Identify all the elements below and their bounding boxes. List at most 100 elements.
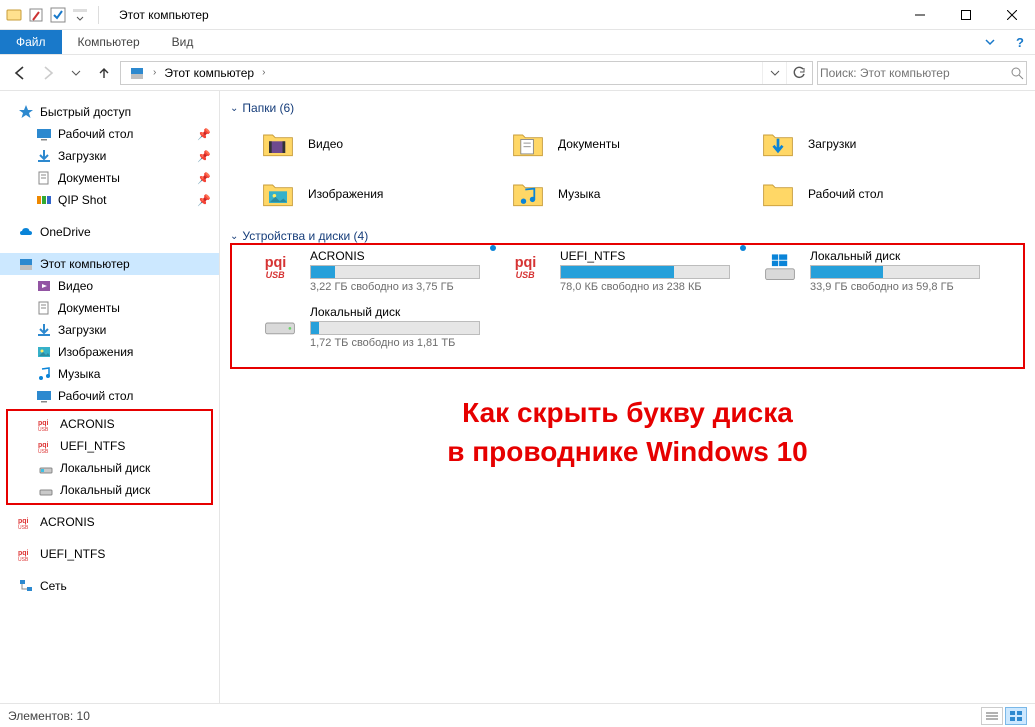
breadcrumb-this-pc[interactable]: Этот компьютер [158, 64, 260, 82]
sidebar-documents2[interactable]: Документы [0, 297, 219, 319]
drive-free-space: 1,72 ТБ свободно из 1,81 ТБ [310, 337, 490, 349]
sidebar-desktop2[interactable]: Рабочий стол [0, 385, 219, 407]
sidebar-acronis2[interactable]: pqiUSB ACRONIS [0, 511, 219, 533]
view-details-button[interactable] [981, 707, 1003, 725]
address-root-icon[interactable] [123, 63, 151, 83]
view-tiles-button[interactable] [1005, 707, 1027, 725]
svg-text:USB: USB [266, 270, 286, 280]
search-box[interactable] [817, 61, 1027, 85]
folder-label: Изображения [308, 187, 383, 201]
sidebar-music[interactable]: Музыка [0, 363, 219, 385]
hdd-icon [262, 305, 298, 341]
address-dropdown-button[interactable] [762, 62, 786, 84]
sidebar-item-label: Быстрый доступ [40, 105, 131, 119]
sidebar-drive-local2[interactable]: Локальный диск [8, 479, 211, 501]
back-button[interactable] [8, 61, 32, 85]
folder-pictures[interactable]: Изображения [260, 171, 510, 217]
app-icon [6, 7, 22, 23]
view-tab[interactable]: Вид [156, 30, 210, 54]
sidebar-item-label: Сеть [40, 579, 67, 593]
breadcrumb-chevron-icon[interactable]: › [262, 67, 265, 78]
drive-uefi[interactable]: pqiUSB UEFI_NTFS 78,0 КБ свободно из 238… [512, 249, 762, 301]
ribbon-help-button[interactable]: ? [1005, 30, 1035, 54]
computer-tab[interactable]: Компьютер [62, 30, 156, 54]
sidebar-item-label: UEFI_NTFS [40, 547, 105, 561]
sidebar-item-label: Документы [58, 301, 120, 315]
sidebar-desktop[interactable]: Рабочий стол 📌 [0, 123, 219, 145]
sidebar-quick-access[interactable]: Быстрый доступ [0, 101, 219, 123]
svg-text:pqi: pqi [18, 550, 29, 557]
onedrive-icon [18, 224, 34, 240]
sidebar-downloads2[interactable]: Загрузки [0, 319, 219, 341]
folder-music[interactable]: Музыка [510, 171, 760, 217]
group-folders-header[interactable]: ⌄ Папки (6) [230, 97, 1025, 119]
drive-local-windows[interactable]: Локальный диск 33,9 ГБ свободно из 59,8 … [762, 249, 1012, 301]
sidebar-network[interactable]: Сеть [0, 575, 219, 597]
usb-drive-icon: pqiUSB [38, 438, 54, 454]
address-bar[interactable]: › Этот компьютер › [120, 61, 813, 85]
breadcrumb-chevron-icon[interactable]: › [153, 67, 156, 78]
minimize-button[interactable] [897, 0, 943, 30]
downloads-icon [36, 322, 52, 338]
hdd-icon [38, 482, 54, 498]
drive-usage-bar [810, 265, 980, 279]
bitlocker-indicator-icon [740, 245, 746, 251]
bitlocker-indicator-icon [490, 245, 496, 251]
sidebar-drive-uefi[interactable]: pqiUSB UEFI_NTFS [8, 435, 211, 457]
sidebar-videos[interactable]: Видео [0, 275, 219, 297]
drive-label: UEFI_NTFS [560, 249, 625, 263]
sidebar-downloads[interactable]: Загрузки 📌 [0, 145, 219, 167]
quick-access-toolbar [0, 6, 109, 24]
file-tab[interactable]: Файл [0, 30, 62, 54]
status-bar: Элементов: 10 [0, 703, 1035, 727]
group-label: Устройства и диски (4) [242, 229, 368, 243]
usb-drive-icon: pqiUSB [38, 416, 54, 432]
sidebar-item-label: UEFI_NTFS [60, 439, 125, 453]
usb-drive-icon: pqiUSB [18, 546, 34, 562]
folder-label: Музыка [558, 187, 600, 201]
recent-locations-button[interactable] [64, 61, 88, 85]
refresh-button[interactable] [786, 62, 810, 84]
sidebar-uefi2[interactable]: pqiUSB UEFI_NTFS [0, 543, 219, 565]
pictures-folder-icon [260, 176, 296, 212]
sidebar-item-label: Документы [58, 171, 120, 185]
content-pane: ⌄ Папки (6) Видео Документы Загрузки Изо… [220, 91, 1035, 703]
drive-label: ACRONIS [310, 249, 365, 263]
folder-downloads[interactable]: Загрузки [760, 121, 1010, 167]
sidebar-documents[interactable]: Документы 📌 [0, 167, 219, 189]
star-icon [18, 104, 34, 120]
folder-desktop[interactable]: Рабочий стол [760, 171, 1010, 217]
videos-folder-icon [260, 126, 296, 162]
qat-check-icon[interactable] [50, 7, 66, 23]
documents-icon [36, 170, 52, 186]
drive-acronis[interactable]: pqiUSB ACRONIS 3,22 ГБ свободно из 3,75 … [262, 249, 512, 301]
ribbon-expand-button[interactable] [975, 30, 1005, 54]
network-icon [18, 578, 34, 594]
sidebar-drive-acronis[interactable]: pqiUSB ACRONIS [8, 413, 211, 435]
drive-free-space: 33,9 ГБ свободно из 59,8 ГБ [810, 281, 990, 293]
drive-local-hdd[interactable]: Локальный диск 1,72 ТБ свободно из 1,81 … [262, 305, 512, 357]
sidebar-item-label: Изображения [58, 345, 133, 359]
sidebar-qip[interactable]: QIP Shot 📌 [0, 189, 219, 211]
chevron-down-icon: ⌄ [230, 231, 238, 242]
qat-dropdown-icon[interactable] [72, 7, 88, 23]
up-button[interactable] [92, 61, 116, 85]
sidebar-onedrive[interactable]: OneDrive [0, 221, 219, 243]
sidebar-pictures[interactable]: Изображения [0, 341, 219, 363]
close-button[interactable] [989, 0, 1035, 30]
folder-documents[interactable]: Документы [510, 121, 760, 167]
usb-drive-icon: pqiUSB [262, 249, 298, 285]
sidebar-drive-local1[interactable]: Локальный диск [8, 457, 211, 479]
maximize-button[interactable] [943, 0, 989, 30]
sidebar-item-label: ACRONIS [60, 417, 115, 431]
search-input[interactable] [820, 66, 1006, 80]
folder-videos[interactable]: Видео [260, 121, 510, 167]
videos-icon [36, 278, 52, 294]
sidebar-this-pc[interactable]: Этот компьютер [0, 253, 219, 275]
qat-properties-icon[interactable] [28, 7, 44, 23]
svg-text:USB: USB [18, 557, 29, 562]
drive-usage-bar [310, 265, 480, 279]
forward-button[interactable] [36, 61, 60, 85]
annotation-text: Как скрыть букву диска в проводнике Wind… [230, 393, 1025, 471]
usb-drive-icon: pqiUSB [512, 249, 548, 285]
